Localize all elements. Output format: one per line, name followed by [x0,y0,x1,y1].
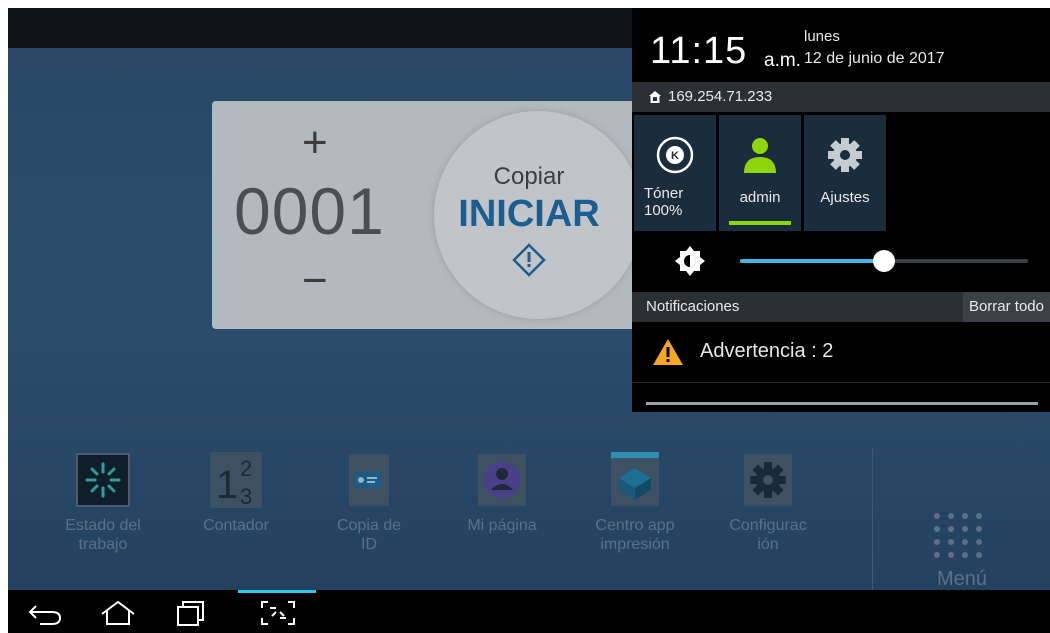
notifications-title: Notificaciones [646,298,740,315]
job-status-icon [76,453,130,507]
app-my-page[interactable]: Mi página [447,450,557,535]
app-job-status[interactable]: Estado del trabajo [48,450,158,554]
copy-widget: + 0001 − Copiar INICIAR [212,101,652,329]
ip-address: 169.254.71.233 [668,88,773,105]
navigation-bar [8,590,1050,633]
screenshot-icon[interactable] [258,598,298,628]
app-label: Estado del trabajo [65,517,141,553]
start-subtitle: Copiar [493,163,565,190]
clock-time: 11:15 [650,30,748,72]
user-active-indicator [729,221,791,225]
clear-all-button[interactable]: Borrar todo [962,292,1050,322]
app-label: Configurac ión [729,517,807,553]
gear-icon [828,138,862,172]
user-icon [744,138,776,173]
user-label: admin [739,189,781,206]
start-label: INICIAR [458,193,600,235]
increase-copies-button[interactable]: + [302,121,328,165]
notification-text: Advertencia : 2 [700,340,834,362]
ip-address-bar: 169.254.71.233 [632,82,1050,112]
back-icon[interactable] [26,598,66,628]
my-page-icon [478,454,526,506]
brightness-icon [675,246,705,276]
id-copy-icon [349,454,389,506]
svg-text:1: 1 [216,463,238,507]
brightness-slider-thumb[interactable] [873,250,895,272]
menu-button[interactable]: Menú [872,448,1050,608]
app-print-center[interactable]: Centro app impresión [580,450,690,554]
toner-tile[interactable]: K Tóner 100% [634,115,716,231]
app-counter[interactable]: 1 2 3 Contador [181,450,291,535]
app-center-icon [611,452,659,506]
toner-label: Tóner 100% [644,185,684,219]
settings-label: Ajustes [820,189,870,206]
brightness-slider-fill [740,259,884,263]
app-label: Contador [203,517,269,534]
date: 12 de junio de 2017 [804,50,945,67]
svg-text:2: 2 [240,456,252,481]
app-id-copy[interactable]: Copia de ID [314,450,424,554]
notifications-header: Notificaciones Borrar todo [632,292,1050,322]
app-label: Mi página [467,517,537,534]
menu-label: Menú [936,568,988,590]
app-label: Copia de ID [336,517,402,553]
app-label: Centro app impresión [595,517,675,553]
home-icon[interactable] [98,598,138,628]
ip-home-icon [649,91,661,103]
copy-count[interactable]: 0001 [234,173,385,249]
recent-apps-icon[interactable] [173,598,213,628]
start-copy-button[interactable]: Copiar INICIAR [434,111,642,319]
decrease-copies-button[interactable]: − [302,259,328,303]
start-diamond-icon [512,243,546,277]
user-tile[interactable]: admin [719,115,801,231]
panel-drag-handle[interactable] [646,402,1038,405]
counter-icon: 1 2 3 [210,452,262,509]
settings-tile[interactable]: Ajustes [804,115,886,231]
brightness-slider[interactable] [740,250,1028,272]
app-configuration[interactable]: Configurac ión [713,450,823,554]
notification-panel: 11:15 a.m. lunes 12 de junio de 2017 169… [632,8,1050,412]
svg-text:K: K [671,150,679,162]
active-nav-indicator [238,590,316,593]
settings-icon [744,454,792,506]
warning-icon [653,339,683,365]
brightness-control [632,236,1050,286]
device-screen: + 0001 − Copiar INICIAR Estado del traba… [8,8,1050,633]
grid-menu-icon [934,513,982,558]
svg-text:3: 3 [240,484,252,509]
toner-icon: K [656,136,694,174]
notification-item[interactable]: Advertencia : 2 [632,326,1050,383]
weekday: lunes [804,28,840,45]
clock-ampm: a.m. [764,50,801,71]
